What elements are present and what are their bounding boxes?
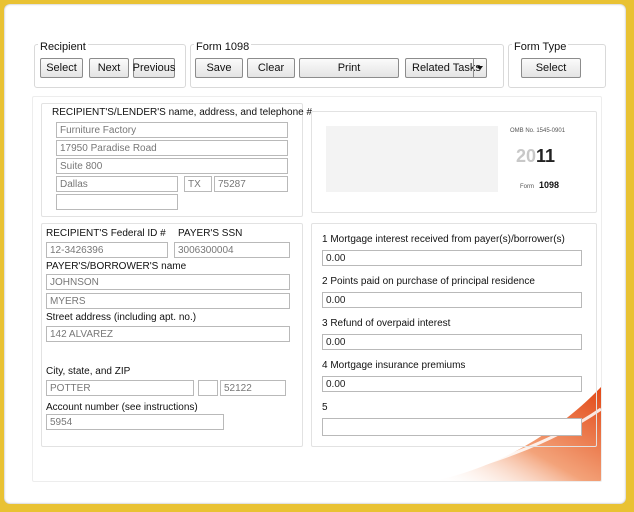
form-image-placeholder	[326, 126, 498, 192]
payer-panel: RECIPIENT'S Federal ID # PAYER'S SSN PAY…	[41, 223, 303, 447]
next-button[interactable]: Next	[89, 58, 129, 78]
payer-last-name-field[interactable]	[46, 293, 290, 309]
amounts-panel: 1 Mortgage interest received from payer(…	[311, 223, 597, 447]
recipient-id-field[interactable]	[46, 242, 168, 258]
recipient-address2-field[interactable]	[56, 158, 288, 174]
clear-button[interactable]: Clear	[247, 58, 295, 78]
recipient-zip-field[interactable]	[214, 176, 288, 192]
street-address-field[interactable]	[46, 326, 290, 342]
city-state-zip-label: City, state, and ZIP	[46, 366, 131, 377]
related-tasks-button[interactable]: Related Tasks	[405, 58, 487, 78]
recipient-group-label: Recipient	[38, 41, 88, 53]
form-type-select-button[interactable]: Select	[521, 58, 581, 78]
recipient-panel: RECIPIENT'S/LENDER'S name, address, and …	[41, 103, 312, 217]
previous-button[interactable]: Previous	[133, 58, 175, 78]
form-label: Form	[520, 184, 534, 190]
payer-ssn-field[interactable]	[174, 242, 290, 258]
tax-year-suffix: 11	[536, 146, 556, 166]
recipient-heading: RECIPIENT'S/LENDER'S name, address, and …	[52, 107, 313, 118]
payer-state-field[interactable]	[198, 380, 218, 396]
box4-field[interactable]	[322, 376, 582, 392]
box4-label: 4 Mortgage insurance premiums	[322, 360, 466, 371]
box3-field[interactable]	[322, 334, 582, 350]
form-type-group: Form Type Select	[508, 41, 606, 88]
payer-ssn-label: PAYER'S SSN	[178, 228, 243, 239]
box3-label: 3 Refund of overpaid interest	[322, 318, 451, 329]
recipient-state-field[interactable]	[184, 176, 212, 192]
box2-field[interactable]	[322, 292, 582, 308]
account-number-field[interactable]	[46, 414, 224, 430]
recipient-select-button[interactable]: Select	[40, 58, 83, 78]
recipient-name-field[interactable]	[56, 122, 288, 138]
box1-field[interactable]	[322, 250, 582, 266]
recipient-id-label: RECIPIENT'S Federal ID #	[46, 228, 166, 239]
form-group: Form 1098 Save Clear Print Related Tasks	[190, 41, 504, 88]
app-window: Recipient Select Next Previous Form 1098…	[4, 4, 626, 504]
save-button[interactable]: Save	[195, 58, 243, 78]
form-group-label: Form 1098	[194, 41, 252, 53]
tax-year-prefix: 20	[516, 146, 537, 166]
dropdown-arrow-icon[interactable]	[473, 59, 486, 77]
omb-number: OMB No. 1545-0901	[510, 128, 566, 134]
box2-label: 2 Points paid on purchase of principal r…	[322, 276, 535, 287]
box5-field[interactable]	[322, 418, 582, 436]
form-number-value: 1098	[539, 180, 560, 190]
related-tasks-label: Related Tasks	[412, 62, 481, 74]
payer-first-name-field[interactable]	[46, 274, 290, 290]
recipient-phone-field[interactable]	[56, 194, 178, 210]
form-type-group-label: Form Type	[512, 41, 569, 53]
recipient-group: Recipient Select Next Previous	[34, 41, 186, 88]
box1-label: 1 Mortgage interest received from payer(…	[322, 234, 565, 245]
recipient-address1-field[interactable]	[56, 140, 288, 156]
street-address-label: Street address (including apt. no.)	[46, 312, 197, 323]
print-button[interactable]: Print	[299, 58, 399, 78]
form-number: Form 1098	[520, 180, 559, 190]
payer-zip-field[interactable]	[220, 380, 286, 396]
payer-name-label: PAYER'S/BORROWER'S name	[46, 261, 187, 272]
account-number-label: Account number (see instructions)	[46, 402, 198, 413]
tax-year: 2011	[516, 146, 555, 167]
payer-city-field[interactable]	[46, 380, 194, 396]
box5-label: 5	[322, 402, 328, 413]
recipient-city-field[interactable]	[56, 176, 178, 192]
form-area: RECIPIENT'S/LENDER'S name, address, and …	[32, 96, 602, 482]
form-header-panel: OMB No. 1545-0901 2011 Form 1098	[311, 111, 597, 213]
